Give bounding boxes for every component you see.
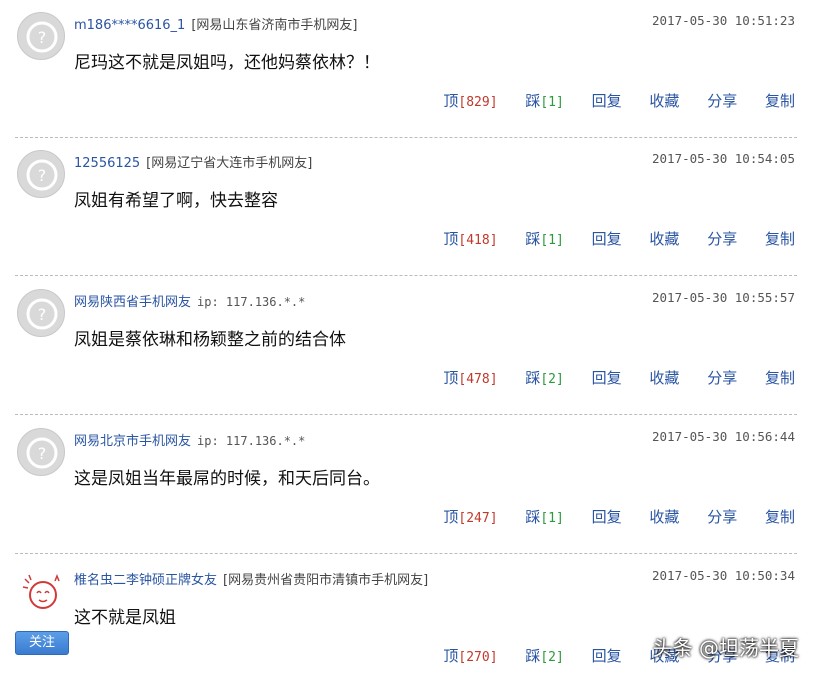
share-button[interactable]: 分享 <box>707 92 737 110</box>
upvote-button[interactable]: 顶[829] <box>443 92 497 110</box>
username-link[interactable]: m186****6616_1 <box>74 18 185 33</box>
comment-timestamp: 2017-05-30 10:51:23 <box>652 13 795 28</box>
comment-meta: 网易陕西省手机网友 ip: 117.136.*.* <box>74 291 305 310</box>
share-button[interactable]: 分享 <box>707 369 737 387</box>
default-avatar-icon[interactable]: ? <box>17 150 65 198</box>
user-ip: ip: 117.136.*.* <box>197 434 306 448</box>
comment-text: 这不就是凤姐 <box>74 608 176 628</box>
reply-button[interactable]: 回复 <box>592 92 622 110</box>
comment-meta: m186****6616_1 [网易山东省济南市手机网友] <box>74 14 358 33</box>
upvote-button[interactable]: 顶[418] <box>443 230 497 248</box>
comment-actions: 顶[247] 踩[1] 回复 收藏 分享 复制 <box>420 506 795 527</box>
svg-text:?: ? <box>38 305 47 324</box>
divider <box>15 414 797 415</box>
copy-button[interactable]: 复制 <box>765 230 795 248</box>
follow-button[interactable]: 关注 <box>15 631 69 655</box>
reply-button[interactable]: 回复 <box>592 230 622 248</box>
comment-item: ? 网易陕西省手机网友 ip: 117.136.*.* 2017-05-30 10… <box>0 277 817 415</box>
comment-text: 凤姐是蔡依琳和杨颖整之前的结合体 <box>74 330 346 350</box>
comment-meta: 12556125 [网易辽宁省大连市手机网友] <box>74 152 312 171</box>
downvote-button[interactable]: 踩[2] <box>525 647 564 665</box>
downvote-count: [1] <box>540 233 564 248</box>
reply-button[interactable]: 回复 <box>592 647 622 665</box>
user-ip: ip: 117.136.*.* <box>197 295 306 309</box>
reply-button[interactable]: 回复 <box>592 508 622 526</box>
copy-button[interactable]: 复制 <box>765 92 795 110</box>
default-avatar-icon[interactable]: ? <box>17 12 65 60</box>
favorite-button[interactable]: 收藏 <box>649 230 679 248</box>
upvote-count: [478] <box>458 372 498 387</box>
comment-timestamp: 2017-05-30 10:56:44 <box>652 429 795 444</box>
user-location: [网易贵州省贵阳市清镇市手机网友] <box>223 573 429 588</box>
comment-item: ? 12556125 [网易辽宁省大连市手机网友] 2017-05-30 10:5… <box>0 138 817 276</box>
downvote-count: [1] <box>540 511 564 526</box>
username-link[interactable]: 12556125 <box>74 156 140 171</box>
user-location: [网易辽宁省大连市手机网友] <box>146 156 313 171</box>
comment-meta: 椎名虫二李钟硕正牌女友 [网易贵州省贵阳市清镇市手机网友] <box>74 569 428 588</box>
favorite-button[interactable]: 收藏 <box>649 369 679 387</box>
upvote-count: [247] <box>458 511 498 526</box>
comment-meta: 网易北京市手机网友 ip: 117.136.*.* <box>74 430 305 449</box>
copy-button[interactable]: 复制 <box>765 508 795 526</box>
comment-item: ? 网易北京市手机网友 ip: 117.136.*.* 2017-05-30 10… <box>0 416 817 554</box>
comment-timestamp: 2017-05-30 10:55:57 <box>652 290 795 305</box>
comment-actions: 顶[829] 踩[1] 回复 收藏 分享 复制 <box>420 90 795 111</box>
username-link[interactable]: 网易北京市手机网友 <box>74 434 191 449</box>
upvote-count: [418] <box>458 233 498 248</box>
comment-timestamp: 2017-05-30 10:54:05 <box>652 151 795 166</box>
upvote-button[interactable]: 顶[478] <box>443 369 497 387</box>
divider <box>15 275 797 276</box>
username-link[interactable]: 椎名虫二李钟硕正牌女友 <box>74 573 217 588</box>
default-avatar-icon[interactable]: ? <box>17 289 65 337</box>
share-button[interactable]: 分享 <box>707 508 737 526</box>
downvote-count: [1] <box>540 95 564 110</box>
cartoon-avatar-icon[interactable] <box>17 567 65 615</box>
downvote-button[interactable]: 踩[2] <box>525 369 564 387</box>
svg-text:?: ? <box>38 444 47 463</box>
downvote-button[interactable]: 踩[1] <box>525 92 564 110</box>
svg-text:?: ? <box>38 166 47 185</box>
upvote-count: [829] <box>458 95 498 110</box>
downvote-button[interactable]: 踩[1] <box>525 508 564 526</box>
downvote-count: [2] <box>540 372 564 387</box>
downvote-count: [2] <box>540 650 564 665</box>
comment-item: 关注 椎名虫二李钟硕正牌女友 [网易贵州省贵阳市清镇市手机网友] 2017-05-… <box>0 555 817 693</box>
svg-text:?: ? <box>38 28 47 47</box>
copy-button[interactable]: 复制 <box>765 369 795 387</box>
downvote-button[interactable]: 踩[1] <box>525 230 564 248</box>
comment-actions: 顶[478] 踩[2] 回复 收藏 分享 复制 <box>420 367 795 388</box>
comment-timestamp: 2017-05-30 10:50:34 <box>652 568 795 583</box>
upvote-count: [270] <box>458 650 498 665</box>
comment-text: 尼玛这不就是凤姐吗，还他妈蔡依林？！ <box>74 53 380 73</box>
comment-text: 这是凤姐当年最屌的时候，和天后同台。 <box>74 469 380 489</box>
comment-text: 凤姐有希望了啊，快去整容 <box>74 191 278 211</box>
reply-button[interactable]: 回复 <box>592 369 622 387</box>
upvote-button[interactable]: 顶[270] <box>443 647 497 665</box>
divider <box>15 553 797 554</box>
default-avatar-icon[interactable]: ? <box>17 428 65 476</box>
username-link[interactable]: 网易陕西省手机网友 <box>74 295 191 310</box>
favorite-button[interactable]: 收藏 <box>649 508 679 526</box>
comment-actions: 顶[418] 踩[1] 回复 收藏 分享 复制 <box>420 228 795 249</box>
watermark: 头条 @坦荡半夏 <box>652 636 799 660</box>
user-location: [网易山东省济南市手机网友] <box>191 18 358 33</box>
favorite-button[interactable]: 收藏 <box>649 92 679 110</box>
comment-item: ? m186****6616_1 [网易山东省济南市手机网友] 2017-05-3… <box>0 0 817 138</box>
share-button[interactable]: 分享 <box>707 230 737 248</box>
upvote-button[interactable]: 顶[247] <box>443 508 497 526</box>
